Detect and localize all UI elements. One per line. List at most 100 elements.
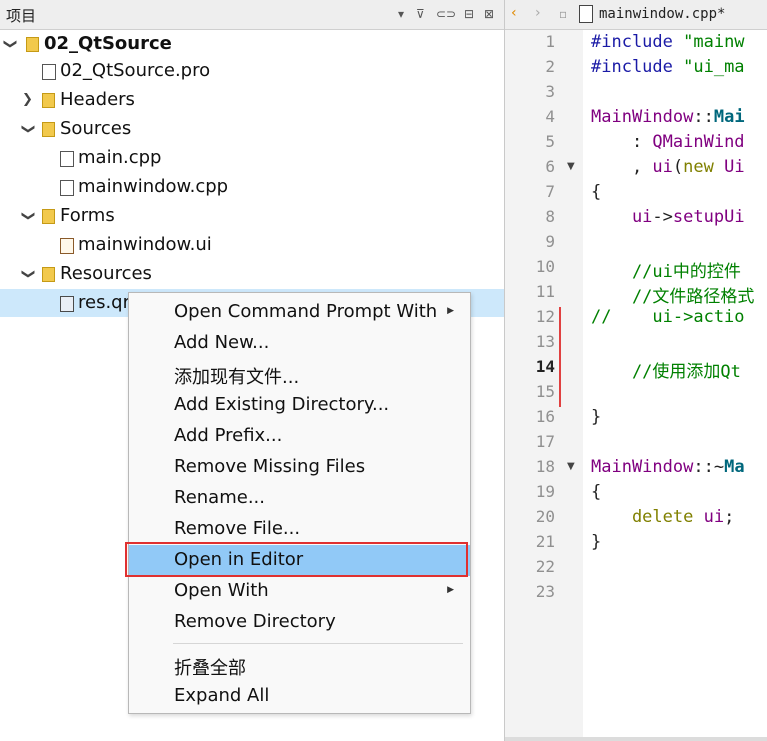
- code-line: }: [591, 407, 602, 427]
- tree-item-mainwindow-ui[interactable]: mainwindow.ui: [0, 231, 504, 259]
- menu-item-item[interactable]: 添加现有文件...: [129, 359, 470, 390]
- line-number: 5: [545, 132, 555, 151]
- menu-item-remove-file[interactable]: Remove File...: [129, 514, 470, 545]
- tree-item-label: 02_QtSource: [44, 33, 172, 54]
- line-number: 20: [535, 507, 555, 526]
- menu-item-label: Remove Directory: [174, 611, 336, 632]
- tree-item-sources[interactable]: ❯ Sources: [0, 115, 504, 143]
- tree-item-label: Resources: [60, 263, 152, 284]
- code-line: //ui中的控件: [591, 262, 741, 282]
- code-line: delete ui;: [591, 507, 735, 527]
- editor-panel: ‹ › ▫ mainwindow.cpp* 1 2 3 4 5 6 7 8 9 10 11 12 13 1…: [505, 0, 767, 741]
- link-icon[interactable]: ⊂⊃: [436, 6, 456, 22]
- folder-icon: [42, 267, 55, 282]
- menu-item-add-existing-directory[interactable]: Add Existing Directory...: [129, 390, 470, 421]
- menu-item-label: Open Command Prompt With: [174, 301, 438, 322]
- menu-item-label: Remove Missing Files: [174, 456, 366, 477]
- tree-item-label: Headers: [60, 89, 135, 110]
- line-number: 6: [545, 157, 555, 176]
- code-line: : QMainWind: [591, 132, 745, 152]
- forward-icon[interactable]: ›: [535, 5, 541, 21]
- code-line: }: [591, 532, 602, 552]
- fold-marker-icon[interactable]: ▼: [567, 161, 575, 172]
- project-panel-title: 项目: [6, 7, 37, 25]
- chevron-down-icon[interactable]: ❯: [13, 124, 41, 135]
- tree-item-02-qtsource-pro[interactable]: 02_QtSource.pro: [0, 57, 504, 85]
- file-icon: [60, 180, 74, 196]
- menu-item-label: Add New...: [174, 332, 270, 353]
- menu-item-label: Open With: [174, 580, 269, 601]
- menu-item-open-in-editor[interactable]: Open in Editor: [125, 542, 470, 577]
- menu-item-open-command-prompt-with[interactable]: Open Command Prompt With ▶: [129, 297, 470, 328]
- tree-item-headers[interactable]: ❯ Headers: [0, 86, 504, 114]
- line-number: 12: [535, 307, 555, 326]
- tree-item-forms[interactable]: ❯ Forms: [0, 202, 504, 230]
- folder-icon: [42, 122, 55, 137]
- lock-icon: ▫: [559, 7, 568, 21]
- line-number: 14: [535, 357, 555, 376]
- menu-item-open-with[interactable]: Open With ▶: [129, 576, 470, 607]
- menu-item-remove-directory[interactable]: Remove Directory: [129, 607, 470, 638]
- tree-item-label: mainwindow.ui: [78, 234, 212, 255]
- chevron-right-icon[interactable]: ❯: [22, 86, 33, 114]
- tree-item-main-cpp[interactable]: main.cpp: [0, 144, 504, 172]
- line-number: 10: [535, 257, 555, 276]
- menu-item-item[interactable]: 折叠全部: [129, 650, 470, 681]
- submenu-arrow-icon: ▶: [447, 585, 454, 595]
- tree-item-label: main.cpp: [78, 147, 162, 168]
- menu-item-add-new[interactable]: Add New...: [129, 328, 470, 359]
- line-number-gutter: 1 2 3 4 5 6 7 8 9 10 11 12 13 14 15 16 17 18 19 20 21 22 23 ▼ ▼: [505, 30, 583, 741]
- code-line: #include "ui_ma: [591, 57, 745, 77]
- line-number: 1: [545, 32, 555, 51]
- tree-item-label: mainwindow.cpp: [78, 176, 229, 197]
- line-number: 21: [535, 532, 555, 551]
- qt-project-icon: [26, 37, 39, 52]
- line-number: 7: [545, 182, 555, 201]
- line-number: 17: [535, 432, 555, 451]
- fold-marker-icon[interactable]: ▼: [567, 461, 575, 472]
- filter-icon[interactable]: ⊽: [416, 6, 425, 22]
- code-line: ui->setupUi: [591, 207, 745, 227]
- annotation-highlight-box: [125, 542, 468, 577]
- horizontal-scrollbar[interactable]: [505, 737, 767, 741]
- editor-toolbar: ‹ › ▫ mainwindow.cpp*: [505, 0, 767, 30]
- tree-item-resources[interactable]: ❯ Resources: [0, 260, 504, 288]
- code-area[interactable]: #include "mainw #include "ui_ma MainWindow…: [583, 30, 767, 741]
- context-menu: Open Command Prompt With ▶ Add New... 添加现有文…: [125, 292, 471, 714]
- chevron-down-icon[interactable]: ❯: [13, 211, 41, 222]
- menu-item-label: 添加现有文件...: [174, 367, 300, 388]
- menu-item-expand-all[interactable]: Expand All: [129, 681, 470, 712]
- dropdown-icon[interactable]: ▾: [398, 6, 404, 22]
- code-line: // ui->actio: [591, 307, 745, 327]
- line-number: 2: [545, 57, 555, 76]
- code-line: MainWindow::~Ma: [591, 457, 745, 477]
- folder-icon: [42, 93, 55, 108]
- code-line: , ui(new Ui: [591, 157, 745, 177]
- chevron-down-icon[interactable]: ❯: [0, 39, 23, 50]
- chevron-down-icon[interactable]: ❯: [13, 269, 41, 280]
- editor-filename[interactable]: mainwindow.cpp*: [599, 6, 725, 22]
- menu-item-remove-missing-files[interactable]: Remove Missing Files: [129, 452, 470, 483]
- tree-item-mainwindow-cpp[interactable]: mainwindow.cpp: [0, 173, 504, 201]
- menu-item-label: Add Existing Directory...: [174, 394, 390, 415]
- split-icon[interactable]: ⊟: [464, 6, 474, 22]
- qrc-file-icon: [60, 296, 74, 312]
- pro-file-icon: [42, 64, 56, 80]
- menu-item-label: 折叠全部: [174, 658, 246, 679]
- tree-item-label: Sources: [60, 118, 132, 139]
- line-number: 22: [535, 557, 555, 576]
- line-number: 3: [545, 82, 555, 101]
- line-number: 19: [535, 482, 555, 501]
- line-number: 11: [535, 282, 555, 301]
- close-icon[interactable]: ⊠: [484, 6, 494, 22]
- code-line: //使用添加Qt: [591, 362, 741, 382]
- change-marker: [559, 307, 561, 407]
- project-toolbar: 项目 ▾ ⊽ ⊂⊃ ⊟ ⊠: [0, 0, 504, 30]
- menu-item-label: Remove File...: [174, 518, 301, 539]
- tree-item-02-qtsource[interactable]: ❯ 02_QtSource: [0, 30, 504, 58]
- submenu-arrow-icon: ▶: [447, 306, 454, 316]
- back-icon[interactable]: ‹: [511, 5, 517, 21]
- file-icon: [60, 151, 74, 167]
- menu-item-add-prefix[interactable]: Add Prefix...: [129, 421, 470, 452]
- menu-item-rename[interactable]: Rename...: [129, 483, 470, 514]
